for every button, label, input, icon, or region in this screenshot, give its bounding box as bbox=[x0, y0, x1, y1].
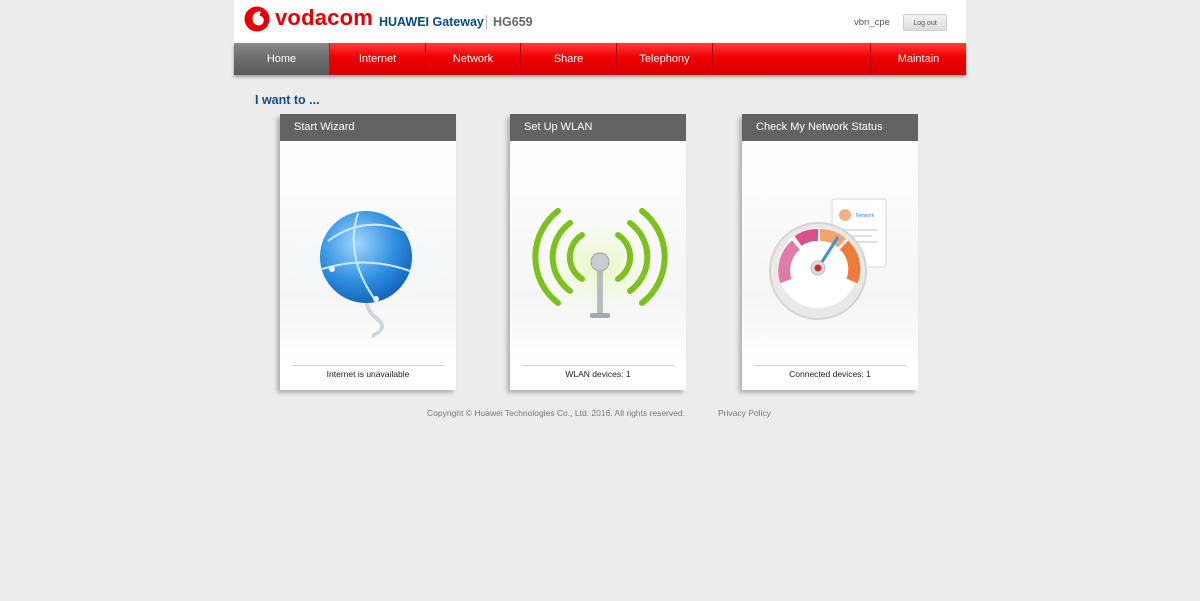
nav-network[interactable]: Network bbox=[426, 43, 521, 75]
card-divider bbox=[292, 365, 444, 366]
page-title: I want to ... bbox=[255, 93, 320, 107]
card-illustration bbox=[276, 141, 460, 363]
card-network-status[interactable]: Check My Network Status Network Connecte… bbox=[742, 114, 918, 390]
logout-button[interactable]: Log out bbox=[903, 14, 947, 31]
nav-telephony[interactable]: Telephony bbox=[617, 43, 713, 75]
vodafone-logo-icon bbox=[244, 6, 270, 32]
model-label: HG659 bbox=[493, 15, 533, 29]
mini-report-title: Network bbox=[856, 213, 875, 219]
card-divider bbox=[522, 365, 674, 366]
header: vodacom HUAWEI Gateway HG659 vbn_cpe Log… bbox=[234, 0, 966, 43]
nav-empty-slot bbox=[713, 43, 871, 75]
wlan-antenna-icon bbox=[530, 206, 670, 326]
card-title: Set Up WLAN bbox=[510, 114, 686, 141]
card-title: Check My Network Status bbox=[742, 114, 918, 141]
network-gauge-icon: Network bbox=[769, 198, 887, 320]
connected-devices-status: Connected devices: 1 bbox=[789, 369, 871, 379]
privacy-policy-link[interactable]: Privacy Policy bbox=[718, 408, 771, 418]
page-container: vodacom HUAWEI Gateway HG659 vbn_cpe Log… bbox=[234, 0, 966, 75]
card-start-wizard[interactable]: Start Wizard Internet is unavailable bbox=[276, 114, 460, 390]
internet-status: Internet is unavailable bbox=[326, 369, 410, 379]
card-setup-wlan[interactable]: Set Up WLAN WLAN devices: 1 bbox=[510, 114, 686, 390]
card-divider bbox=[754, 365, 906, 366]
globe-icon bbox=[276, 211, 460, 338]
nav-internet[interactable]: Internet bbox=[330, 43, 426, 75]
copyright-text: Copyright © Huawei Technologies Co., Ltd… bbox=[427, 408, 685, 418]
main-nav: Home Internet Network Share Telephony Ma… bbox=[234, 43, 966, 75]
username: vbn_cpe bbox=[854, 17, 890, 28]
gateway-label: HUAWEI Gateway bbox=[379, 15, 484, 29]
wlan-devices-status: WLAN devices: 1 bbox=[565, 369, 631, 379]
brand-name: vodacom bbox=[275, 5, 373, 30]
nav-home[interactable]: Home bbox=[234, 43, 330, 75]
card-illustration bbox=[510, 141, 686, 363]
card-title: Start Wizard bbox=[280, 114, 456, 141]
nav-maintain[interactable]: Maintain bbox=[871, 43, 966, 75]
nav-share[interactable]: Share bbox=[521, 43, 617, 75]
card-illustration: Network bbox=[742, 141, 918, 363]
header-divider bbox=[486, 15, 487, 29]
